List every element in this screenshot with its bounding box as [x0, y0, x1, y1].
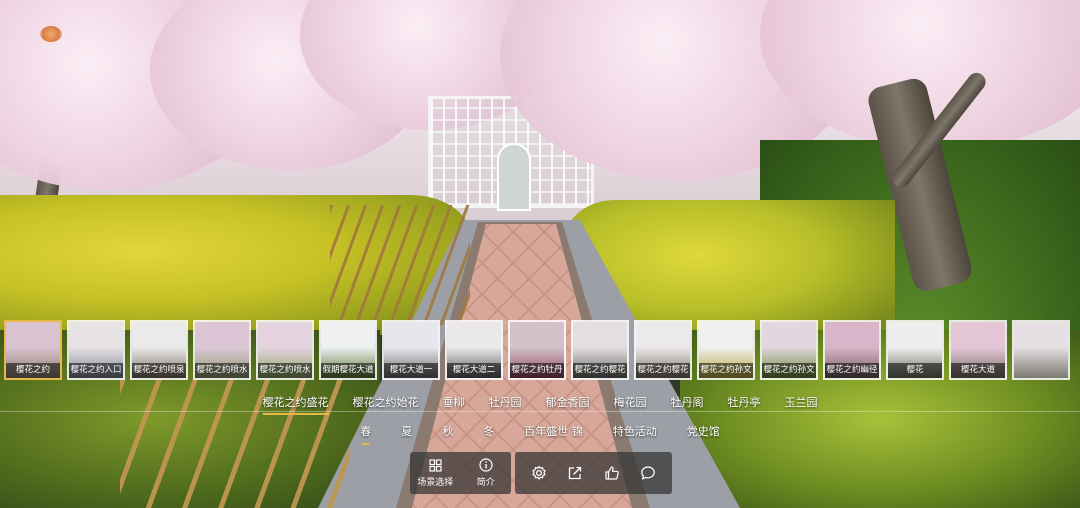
category-tab[interactable]: 党史馆	[687, 423, 720, 441]
settings-icon	[532, 465, 546, 480]
thumbnail-caption: 樱花之约	[6, 363, 60, 378]
category-tab[interactable]: 郁金香园	[546, 394, 590, 411]
category-tab[interactable]: 玉兰园	[785, 394, 818, 411]
bamboo-fence	[330, 205, 470, 325]
thumbnail-caption: 樱花之约入口	[69, 363, 123, 378]
thumbnail-image	[1014, 322, 1068, 378]
settings-button[interactable]	[525, 459, 553, 487]
category-tab[interactable]: 春	[360, 423, 371, 445]
category-tab[interactable]: 牡丹阁	[671, 394, 704, 411]
toolbar-right	[515, 452, 672, 494]
thumbnail-caption: 樱花之约孙文	[699, 363, 753, 378]
thumbnail-caption: 樱花大道	[951, 363, 1005, 378]
scene-thumbnail[interactable]: 樱花大道二	[445, 320, 503, 380]
category-tab[interactable]: 百年盛世 锦	[524, 423, 583, 441]
category-tab[interactable]: 冬	[483, 423, 494, 441]
category-tab[interactable]: 樱花之约盛花	[262, 394, 329, 415]
scene-thumbnail[interactable]: 樱花之约樱花	[634, 320, 692, 380]
thumbnail-caption: 樱花之约幽径	[825, 363, 879, 378]
intro-label: 简介	[476, 478, 495, 488]
thumbnail-caption: 樱花之约樱花	[573, 363, 627, 378]
category-tab[interactable]: 垂柳	[443, 394, 465, 411]
scene-thumbnail[interactable]: 樱花之约牡丹	[508, 320, 566, 380]
secondary-category-nav: 春 夏 秋 冬 百年盛世 锦 特色活动 党史馆	[0, 423, 1080, 445]
info-icon	[479, 458, 493, 472]
category-tab[interactable]: 梅花园	[614, 394, 647, 411]
scene-select-button[interactable]: 场景选择	[410, 458, 461, 488]
intro-button[interactable]: 简介	[461, 458, 512, 488]
category-tab[interactable]: 夏	[401, 423, 412, 441]
category-tab[interactable]: 牡丹亭	[728, 394, 761, 411]
logo-mark-icon	[40, 26, 62, 42]
category-tab[interactable]: 秋	[442, 423, 453, 441]
thumbnail-caption: 樱花之约喷水	[258, 363, 312, 378]
scene-thumbnail[interactable]: 樱花之约樱花	[571, 320, 629, 380]
like-button[interactable]	[598, 459, 626, 487]
scene-thumbnail[interactable]: 樱花	[886, 320, 944, 380]
category-tab[interactable]: 特色活动	[613, 423, 657, 441]
thumbnail-caption: 樱花大道二	[447, 363, 501, 378]
scene-thumbnail[interactable]: 樱花之约喷水	[193, 320, 251, 380]
thumbnail-caption: 樱花之约孙文	[762, 363, 816, 378]
scene-thumbnail[interactable]: 樱花之约喷水	[256, 320, 314, 380]
scene-thumbnail[interactable]: 樱花之约入口	[67, 320, 125, 380]
thumbnail-caption: 樱花	[888, 363, 942, 378]
grid-icon	[429, 458, 442, 472]
like-icon	[605, 466, 619, 480]
category-tab[interactable]: 樱花之约始花	[353, 394, 419, 411]
scene-thumbnail[interactable]: 樱花大道	[949, 320, 1007, 380]
thumbnail-caption: 樱花之约牡丹	[510, 363, 564, 378]
scene-thumbnail[interactable]: 樱花之约孙文	[760, 320, 818, 380]
scene-thumbnail[interactable]: 樱花之约幽径	[823, 320, 881, 380]
site-logo	[26, 26, 76, 48]
scene-thumbnail[interactable]: 樱花之约喷泉	[130, 320, 188, 380]
share-icon	[569, 466, 582, 480]
thumbnail-caption: 樱花之约喷水	[195, 363, 249, 378]
scene-thumbnail[interactable]: 樱花之约	[4, 320, 62, 380]
thumbnail-caption: 假期樱花大道	[321, 363, 375, 378]
scene-thumbnail[interactable]: 假期樱花大道	[319, 320, 377, 380]
scene-thumbnail[interactable]: 樱花之约孙文	[697, 320, 755, 380]
comment-icon	[641, 466, 655, 480]
thumbnail-caption: 樱花大道一	[384, 363, 438, 378]
primary-category-nav: 樱花之约盛花 樱花之约始花 垂柳 牡丹园 郁金香园 梅花园 牡丹阁 牡丹亭 玉兰园	[0, 394, 1080, 415]
scene-thumbnail[interactable]: 樱花大道一	[382, 320, 440, 380]
scene-select-label: 场景选择	[417, 477, 454, 488]
toolbar-left: 场景选择 简介	[410, 452, 511, 494]
scene-thumbnail-strip[interactable]: 樱花之约 樱花之约入口 樱花之约喷泉 樱花之约喷水 樱花之约喷水 假期樱花大道 樱花大道一樱…	[0, 320, 1080, 382]
thumbnail-caption: 樱花之约喷泉	[132, 363, 186, 378]
category-tab[interactable]: 牡丹园	[489, 394, 522, 411]
thumbnail-caption: 樱花之约樱花	[636, 363, 690, 378]
scene-thumbnail[interactable]	[1012, 320, 1070, 380]
comment-button[interactable]	[634, 459, 662, 487]
share-button[interactable]	[561, 459, 589, 487]
